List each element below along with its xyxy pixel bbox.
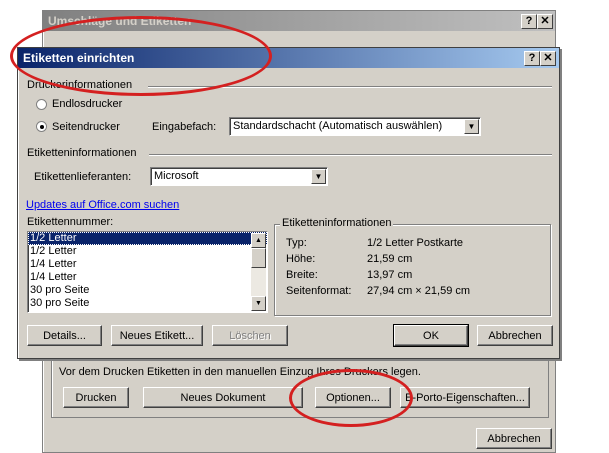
label-info-divider <box>149 154 552 156</box>
product-number-label: Etikettennummer: <box>27 216 114 228</box>
continuous-feed-radio[interactable] <box>36 99 47 110</box>
back-close-button[interactable]: ✕ <box>537 14 553 29</box>
scroll-thumb[interactable] <box>251 248 266 268</box>
detail-value-type: 1/2 Letter Postkarte <box>367 237 463 249</box>
list-item[interactable]: 30 pro Seite <box>28 297 267 310</box>
vendor-select-value: Microsoft <box>154 170 199 182</box>
detail-key-type: Typ: <box>286 237 307 249</box>
scroll-down-icon[interactable]: ▼ <box>251 296 266 311</box>
page-printer-radio[interactable] <box>36 121 47 132</box>
details-button[interactable]: Details... <box>27 325 102 346</box>
detail-key-width: Breite: <box>286 269 318 281</box>
ok-button[interactable]: OK <box>393 324 469 347</box>
scroll-up-icon[interactable]: ▲ <box>251 233 266 248</box>
continuous-feed-label: Endlosdrucker <box>52 98 123 110</box>
list-item[interactable]: 1/2 Letter <box>28 245 267 258</box>
list-item[interactable]: 30 pro Seite <box>28 284 267 297</box>
back-help-button[interactable]: ? <box>521 14 537 29</box>
chevron-down-icon[interactable]: ▼ <box>311 169 326 184</box>
label-details-heading: Etiketteninformationen <box>280 217 394 229</box>
office-updates-link[interactable]: Updates auf Office.com suchen <box>26 199 179 211</box>
new-label-button[interactable]: Neues Etikett... <box>111 325 203 346</box>
chevron-down-icon[interactable]: ▼ <box>464 119 479 134</box>
product-number-list[interactable]: 1/2 Letter 1/2 Letter 1/4 Letter 1/4 Let… <box>27 231 268 313</box>
detail-key-page-size: Seitenformat: <box>286 285 352 297</box>
postage-properties-button[interactable]: E-Porto-Eigenschaften... <box>400 387 530 408</box>
close-button[interactable]: ✕ <box>540 51 556 66</box>
label-info-heading: Etiketteninformationen <box>27 147 137 159</box>
detail-value-height: 21,59 cm <box>367 253 413 265</box>
delete-button[interactable]: Löschen <box>212 325 288 346</box>
cancel-button[interactable]: Abbrechen <box>477 325 553 346</box>
annotation-ellipse-title <box>10 16 272 96</box>
print-button[interactable]: Drucken <box>63 387 129 408</box>
tray-label: Eingabefach: <box>152 121 217 133</box>
detail-value-width: 13,97 cm <box>367 269 413 281</box>
list-scrollbar[interactable]: ▲ ▼ <box>251 233 266 311</box>
list-item[interactable]: 1/4 Letter <box>28 271 267 284</box>
list-item[interactable]: 1/2 Letter <box>28 232 267 245</box>
back-cancel-button[interactable]: Abbrechen <box>476 428 552 449</box>
vendor-select[interactable]: Microsoft ▼ <box>150 167 328 186</box>
new-document-button[interactable]: Neues Dokument <box>143 387 303 408</box>
vendor-label: Etikettenlieferanten: <box>34 171 132 183</box>
list-item[interactable]: 1/4 Letter <box>28 258 267 271</box>
page-printer-label: Seitendrucker <box>52 121 120 133</box>
tray-select-value: Standardschacht (Automatisch auswählen) <box>233 120 443 132</box>
annotation-ellipse-options <box>289 369 413 427</box>
tray-select[interactable]: Standardschacht (Automatisch auswählen) … <box>229 117 481 136</box>
help-button[interactable]: ? <box>524 51 540 66</box>
detail-key-height: Höhe: <box>286 253 316 265</box>
detail-value-page-size: 27,94 cm × 21,59 cm <box>367 285 471 297</box>
